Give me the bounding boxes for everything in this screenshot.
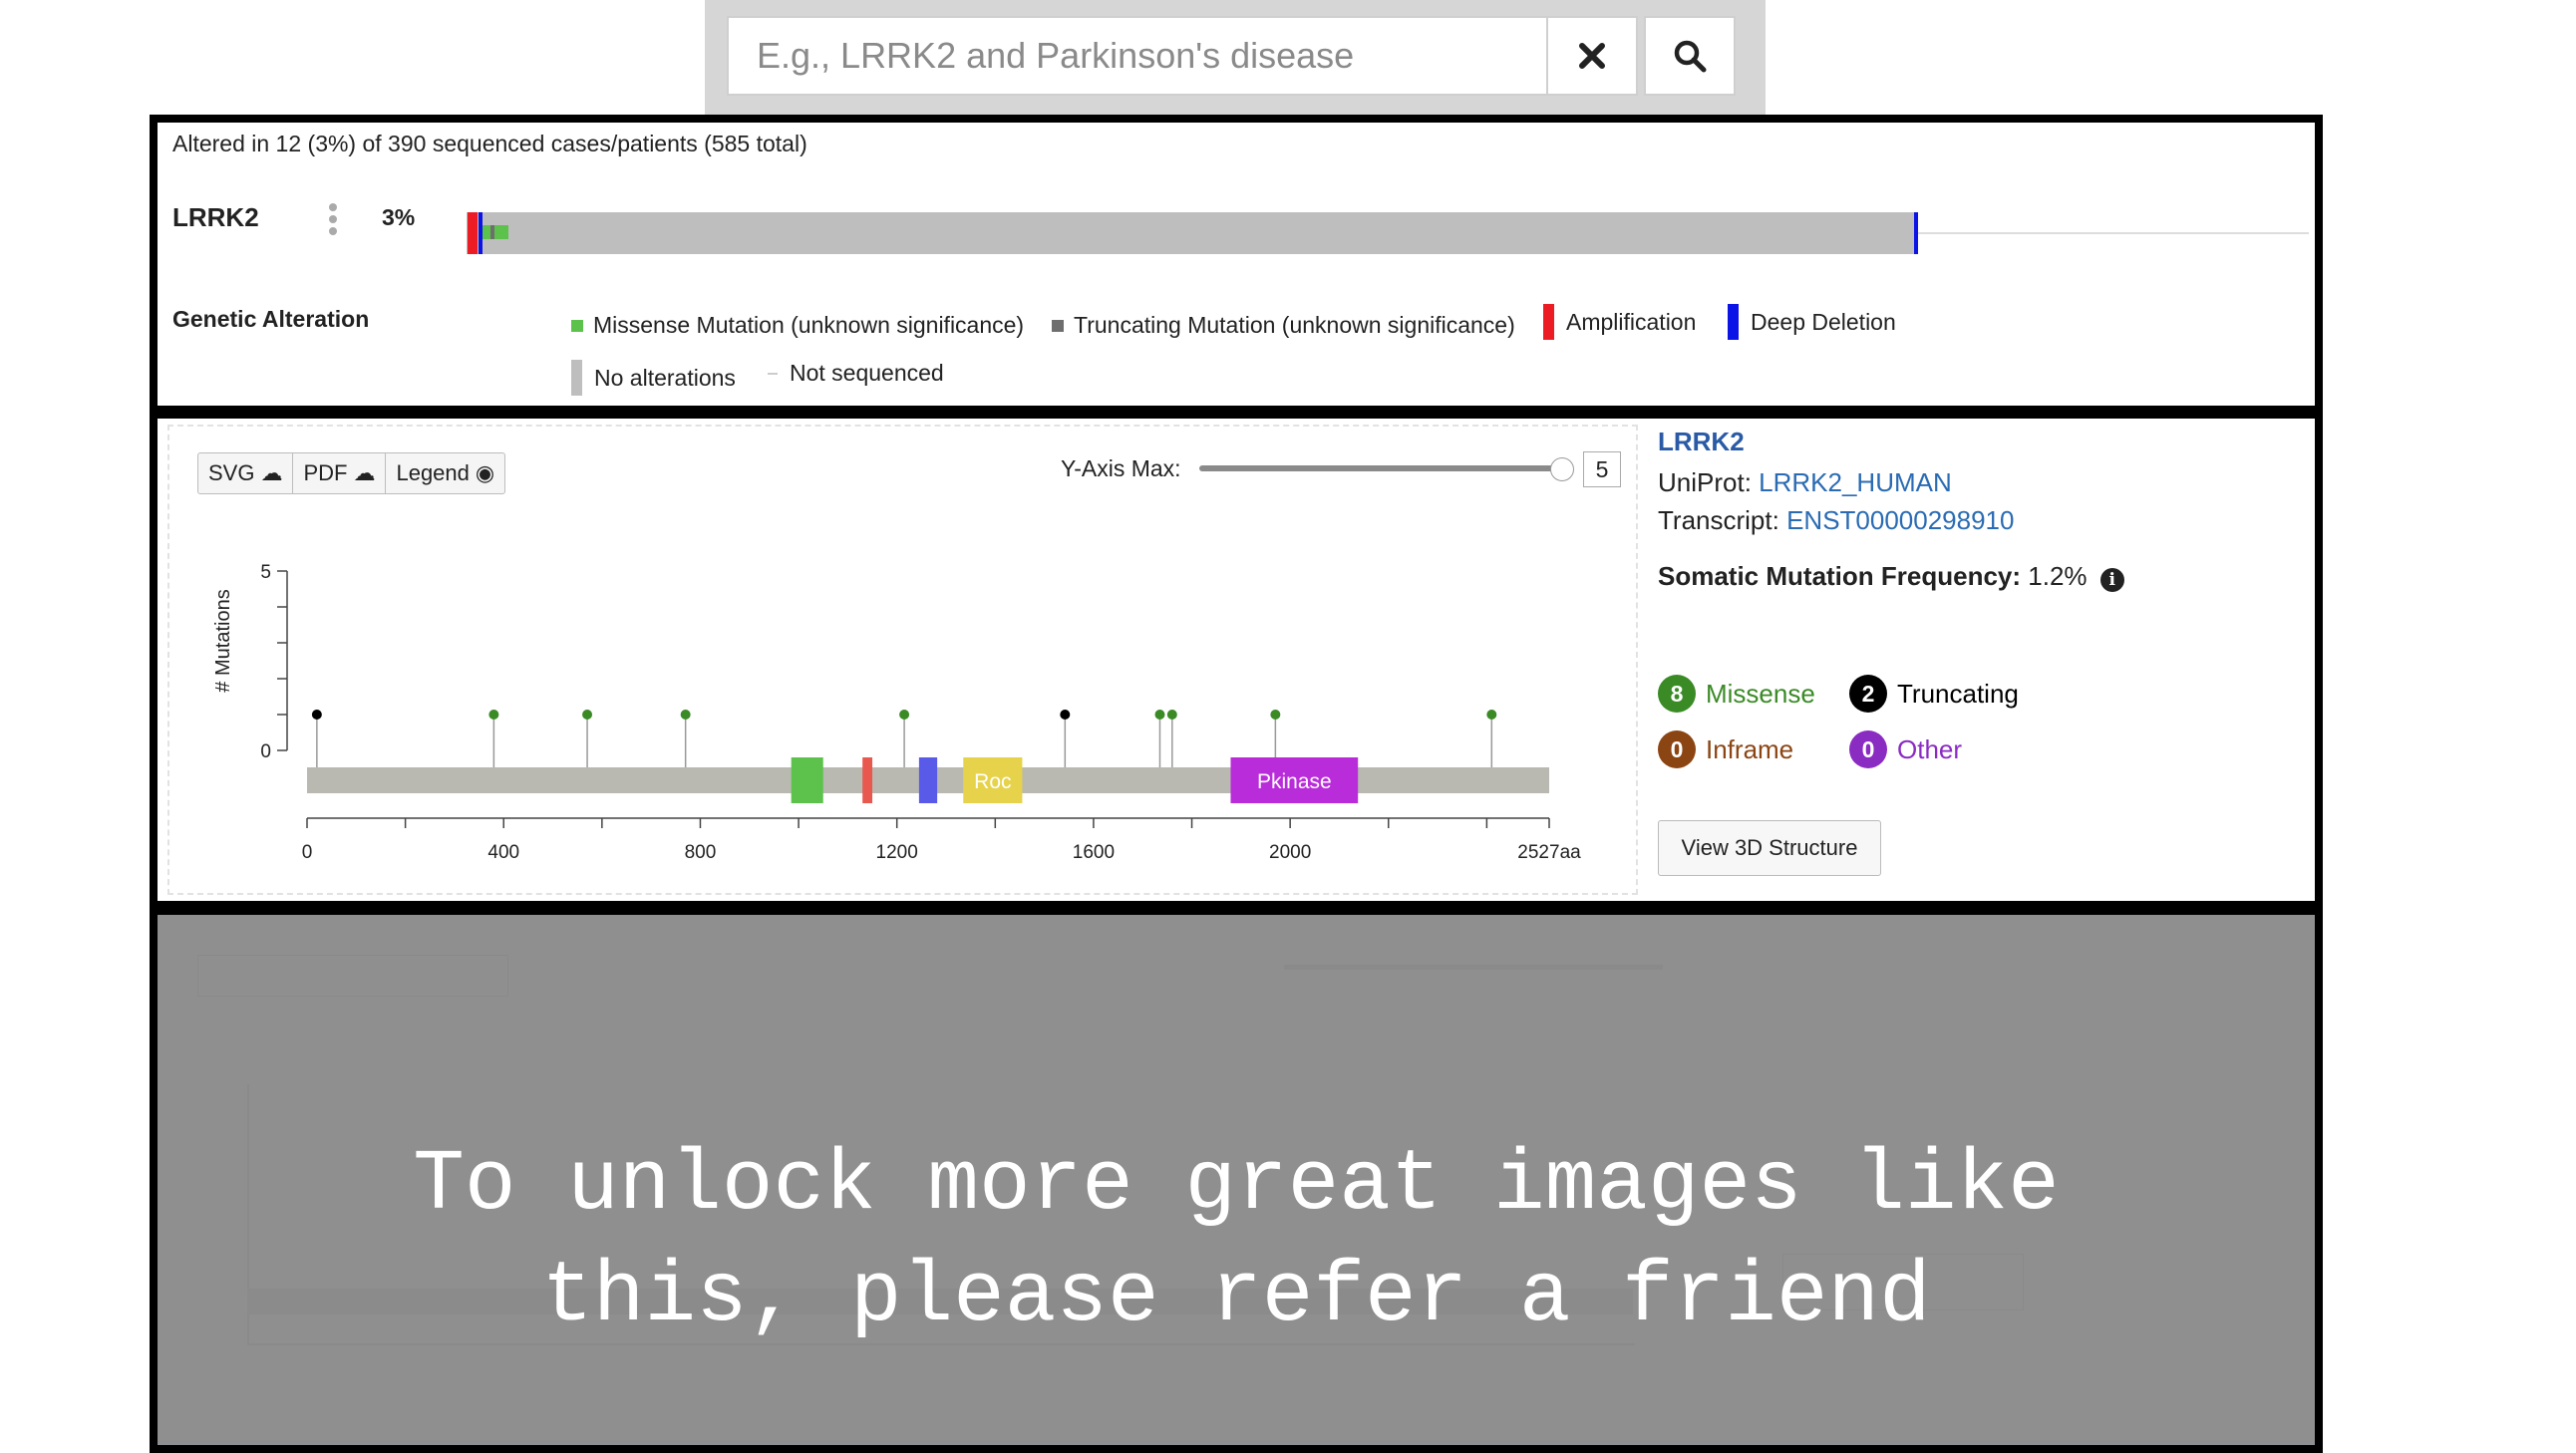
y-tick-label: 0 <box>260 741 271 762</box>
legend-not-sequenced: Not sequenced <box>768 360 944 387</box>
protein-domain <box>791 757 823 803</box>
close-icon <box>1579 43 1605 69</box>
lollipop-head <box>311 710 322 720</box>
legend-truncating-label: Truncating Mutation (unknown significanc… <box>1074 312 1515 338</box>
domain-label: Roc <box>974 770 1011 793</box>
cloud-download-icon: ☁ <box>260 460 283 485</box>
view-3d-structure-button[interactable]: View 3D Structure <box>1658 820 1881 876</box>
clear-search-button[interactable] <box>1546 16 1638 96</box>
y-axis-max-slider-handle[interactable] <box>1550 457 1574 481</box>
x-tick-label: 800 <box>685 842 717 863</box>
y-axis-max-slider[interactable] <box>1199 465 1573 471</box>
referral-message: To unlock more great images like this, p… <box>413 1136 2060 1345</box>
truncating-count-badge: 2 <box>1849 675 1887 713</box>
legend-title: Genetic Alteration <box>172 306 370 332</box>
legend-missense-label: Missense Mutation (unknown significance) <box>593 312 1025 338</box>
gene-menu-icon[interactable] <box>327 202 339 236</box>
lollipop-head <box>1166 710 1177 720</box>
track-truncating-mark <box>490 225 494 239</box>
other-label: Other <box>1897 733 1963 764</box>
legend-amplification-label: Amplification <box>1566 308 1697 335</box>
legend-no-alterations: No alterations <box>571 360 736 396</box>
alteration-percent: 3% <box>382 204 416 230</box>
missense-count-badge: 8 <box>1658 675 1696 713</box>
pdf-button-label: PDF <box>303 460 348 485</box>
somatic-frequency-value: 1.2% <box>2028 561 2088 591</box>
transcript-link[interactable]: ENST00000298910 <box>1786 505 2014 535</box>
truncating-label: Truncating <box>1897 678 2019 709</box>
legend-missense: Missense Mutation (unknown significance) <box>571 312 1024 339</box>
legend-deep-deletion-label: Deep Deletion <box>1751 308 1896 335</box>
x-tick-label: 2527aa <box>1517 842 1581 863</box>
svg-download-button[interactable]: SVG ☁ <box>198 453 294 493</box>
legend-deep-deletion: Deep Deletion <box>1728 304 1896 340</box>
track-missense-mark <box>483 225 490 239</box>
svg-button-label: SVG <box>208 460 255 485</box>
legend-no-alterations-label: No alterations <box>594 364 736 391</box>
export-button-group: SVG ☁ PDF ☁ Legend ◉ <box>197 452 506 494</box>
lollipop-head <box>488 710 499 720</box>
eye-icon: ◉ <box>475 460 495 485</box>
y-axis-max-label: Y-Axis Max: <box>1061 455 1181 481</box>
x-tick-label: 400 <box>487 842 519 863</box>
somatic-frequency-label: Somatic Mutation Frequency: <box>1658 561 2022 591</box>
legend-toggle-button[interactable]: Legend ◉ <box>386 453 504 493</box>
legend-button-label: Legend <box>396 460 470 485</box>
y-axis-max-input[interactable]: 5 <box>1583 451 1621 487</box>
missense-count[interactable]: 8 Missense <box>1658 675 1815 713</box>
y-axis-label: # Mutations <box>212 589 234 692</box>
x-tick-label: 1200 <box>876 842 918 863</box>
search-input[interactable] <box>727 16 1548 96</box>
x-tick-label: 0 <box>302 842 313 863</box>
pdf-download-button[interactable]: PDF ☁ <box>293 453 387 493</box>
other-count-badge: 0 <box>1849 730 1887 768</box>
missense-label: Missense <box>1706 678 1815 709</box>
uniprot-label: UniProt: <box>1658 467 1752 497</box>
oncoprint-track[interactable] <box>467 192 2311 262</box>
transcript-row: Transcript: ENST00000298910 <box>1658 505 2014 536</box>
x-tick-label: 2000 <box>1269 842 1311 863</box>
track-deletion-mark <box>1914 212 1918 254</box>
alteration-summary: Altered in 12 (3%) of 390 sequenced case… <box>172 131 807 156</box>
truncating-count[interactable]: 2 Truncating <box>1849 675 2019 713</box>
track-amplification-mark <box>468 212 478 254</box>
transcript-label: Transcript: <box>1658 505 1779 535</box>
track-no-alteration-bar <box>467 212 1917 254</box>
lollipop-head <box>1060 710 1071 720</box>
info-icon[interactable]: i <box>2099 568 2124 592</box>
track-deletion-mark <box>479 212 483 254</box>
gene-title[interactable]: LRRK2 <box>1658 427 1745 457</box>
uniprot-row: UniProt: LRRK2_HUMAN <box>1658 467 1952 498</box>
search-bar <box>705 0 1766 115</box>
inframe-count[interactable]: 0 Inframe <box>1658 730 1793 768</box>
locked-panel: To unlock more great images like this, p… <box>150 907 2323 1453</box>
uniprot-link[interactable]: LRRK2_HUMAN <box>1759 467 1952 497</box>
y-tick-label: 5 <box>260 562 271 583</box>
other-count[interactable]: 0 Other <box>1849 730 1962 768</box>
inframe-count-badge: 0 <box>1658 730 1696 768</box>
lollipop-head <box>1270 710 1281 720</box>
protein-domain <box>918 757 938 803</box>
lollipop-head <box>680 710 691 720</box>
cloud-download-icon: ☁ <box>353 460 376 485</box>
lollipop-plot: 0 5 # Mutations Roc Pkinase 0 400 800 1200 1600 20… <box>212 562 1581 863</box>
somatic-frequency-row: Somatic Mutation Frequency: 1.2% i <box>1658 561 2124 592</box>
x-tick-label: 1600 <box>1073 842 1115 863</box>
search-icon <box>1674 40 1707 73</box>
legend-amplification: Amplification <box>1543 304 1696 340</box>
protein-domain <box>862 757 873 803</box>
track-missense-mark <box>494 225 508 239</box>
mutation-panel: SVG ☁ PDF ☁ Legend ◉ Y-Axis Max: 5 0 5 # M… <box>150 411 2323 909</box>
oncoprint-panel: Altered in 12 (3%) of 390 sequenced case… <box>150 115 2323 414</box>
search-button[interactable] <box>1644 16 1736 96</box>
lollipop-head <box>1486 710 1497 720</box>
lollipop-head <box>582 710 593 720</box>
inframe-label: Inframe <box>1706 733 1794 764</box>
legend-not-sequenced-label: Not sequenced <box>790 360 944 386</box>
legend-truncating: Truncating Mutation (unknown significanc… <box>1052 312 1515 339</box>
gene-label: LRRK2 <box>172 202 259 232</box>
lollipop-head <box>899 710 910 720</box>
lollipop-head <box>1154 710 1165 720</box>
domain-label: Pkinase <box>1257 770 1332 793</box>
